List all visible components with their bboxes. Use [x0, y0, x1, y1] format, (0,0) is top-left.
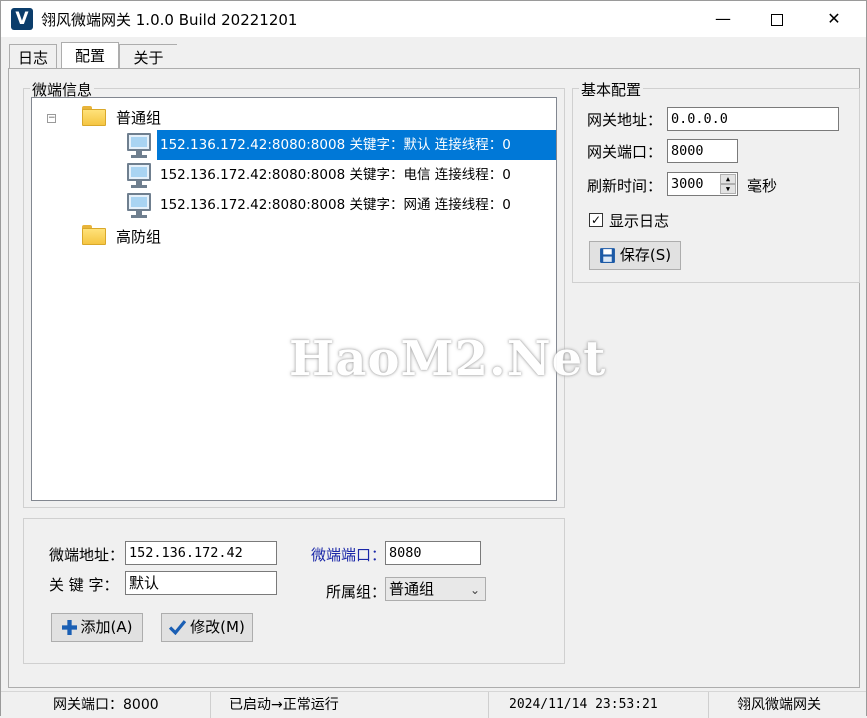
refresh-time-value: 3000	[671, 176, 704, 192]
save-button[interactable]: 保存(S)	[589, 241, 681, 270]
close-button[interactable]: ✕	[810, 1, 858, 37]
close-icon: ✕	[827, 9, 841, 28]
tree-node-text: 152.136.172.42:8080:8008 关键字：默认 连接线程：0	[157, 130, 556, 160]
tree-group-row[interactable]: − 普通组	[32, 101, 556, 131]
gateway-port-input[interactable]: 8000	[667, 139, 738, 163]
modify-label: 修改(M)	[190, 618, 245, 636]
spin-up-icon[interactable]: ▲	[720, 174, 736, 184]
watermark-text: HaoM2.Net	[289, 331, 607, 387]
status-bar: 网关端口：8000 已启动→正常运行 2024/11/14 23:53:21 翎…	[1, 691, 866, 718]
group-select-value: 普通组	[389, 580, 435, 598]
checkmark-icon	[169, 620, 187, 635]
app-window: V 翎风微端网关 1.0.0 Build 20221201 — ✕ 日志 配置 …	[0, 0, 867, 718]
app-logo-icon: V	[11, 8, 33, 30]
spin-down-icon[interactable]: ▼	[720, 184, 736, 194]
group-select[interactable]: 普通组 ⌄	[385, 577, 486, 601]
status-gateway-port: 网关端口：8000	[1, 692, 211, 718]
show-log-label[interactable]: 显示日志	[609, 210, 669, 231]
refresh-unit-label: 毫秒	[747, 177, 778, 195]
gateway-address-input[interactable]: 0.0.0.0	[667, 107, 839, 131]
tab-about[interactable]: 关于	[119, 44, 191, 70]
micro-port-input[interactable]: 8080	[385, 541, 481, 565]
computer-icon	[126, 132, 152, 160]
refresh-time-label: 刷新时间：	[587, 177, 663, 195]
save-label: 保存(S)	[619, 246, 672, 264]
tree-group-row[interactable]: 高防组	[32, 220, 556, 250]
tab-log[interactable]: 日志	[9, 44, 57, 69]
tree-group-label: 高防组	[116, 228, 162, 246]
window-title: 翎风微端网关 1.0.0 Build 20221201	[41, 11, 298, 29]
maximize-icon	[771, 13, 783, 26]
tree-node-text: 152.136.172.42:8080:8008 关键字：网通 连接线程：0	[160, 197, 511, 213]
chevron-down-icon: ⌄	[469, 583, 480, 597]
gateway-address-label: 网关地址：	[587, 111, 663, 129]
keyword-input[interactable]: 默认	[125, 571, 277, 595]
micro-address-label: 微端地址：	[49, 546, 125, 564]
basic-config-title: 基本配置	[579, 79, 644, 100]
show-log-checkbox[interactable]: ✓	[589, 213, 603, 227]
maximize-button[interactable]	[753, 1, 801, 37]
minimize-icon: —	[715, 9, 731, 28]
computer-icon	[126, 162, 152, 190]
folder-icon	[82, 223, 106, 245]
micro-port-label: 微端端口：	[311, 546, 387, 564]
add-button[interactable]: 添加(A)	[51, 613, 143, 642]
micro-tree[interactable]: − 普通组 152.136.172.42:8080:8008 关键字：默认 连接…	[31, 97, 557, 501]
minimize-button[interactable]: —	[699, 1, 747, 37]
group-label: 所属组：	[326, 583, 387, 601]
plus-icon	[61, 620, 77, 635]
folder-icon	[82, 104, 106, 126]
floppy-disk-icon	[599, 248, 615, 263]
tree-node-row[interactable]: 152.136.172.42:8080:8008 关键字：网通 连接线程：0	[32, 190, 556, 220]
computer-icon	[126, 192, 152, 220]
tree-node-row[interactable]: 152.136.172.42:8080:8008 关键字：电信 连接线程：0	[32, 160, 556, 190]
title-bar: V 翎风微端网关 1.0.0 Build 20221201 — ✕	[1, 1, 866, 37]
micro-address-input[interactable]: 152.136.172.42	[125, 541, 277, 565]
status-datetime: 2024/11/14 23:53:21	[489, 692, 709, 718]
tree-node-text: 152.136.172.42:8080:8008 关键字：电信 连接线程：0	[160, 167, 511, 183]
refresh-time-stepper[interactable]: 3000 ▲ ▼	[667, 172, 738, 196]
tree-group-label: 普通组	[116, 109, 162, 127]
status-app-name: 翎风微端网关	[737, 697, 821, 713]
add-label: 添加(A)	[80, 618, 133, 636]
gateway-port-label: 网关端口：	[587, 143, 663, 161]
modify-button[interactable]: 修改(M)	[161, 613, 253, 642]
status-running: 已启动→正常运行	[211, 692, 489, 718]
keyword-label: 关 键 字：	[49, 576, 119, 594]
tree-node-row[interactable]: 152.136.172.42:8080:8008 关键字：默认 连接线程：0	[32, 130, 556, 160]
tab-config[interactable]: 配置	[61, 42, 119, 69]
collapse-icon[interactable]: −	[47, 114, 56, 123]
